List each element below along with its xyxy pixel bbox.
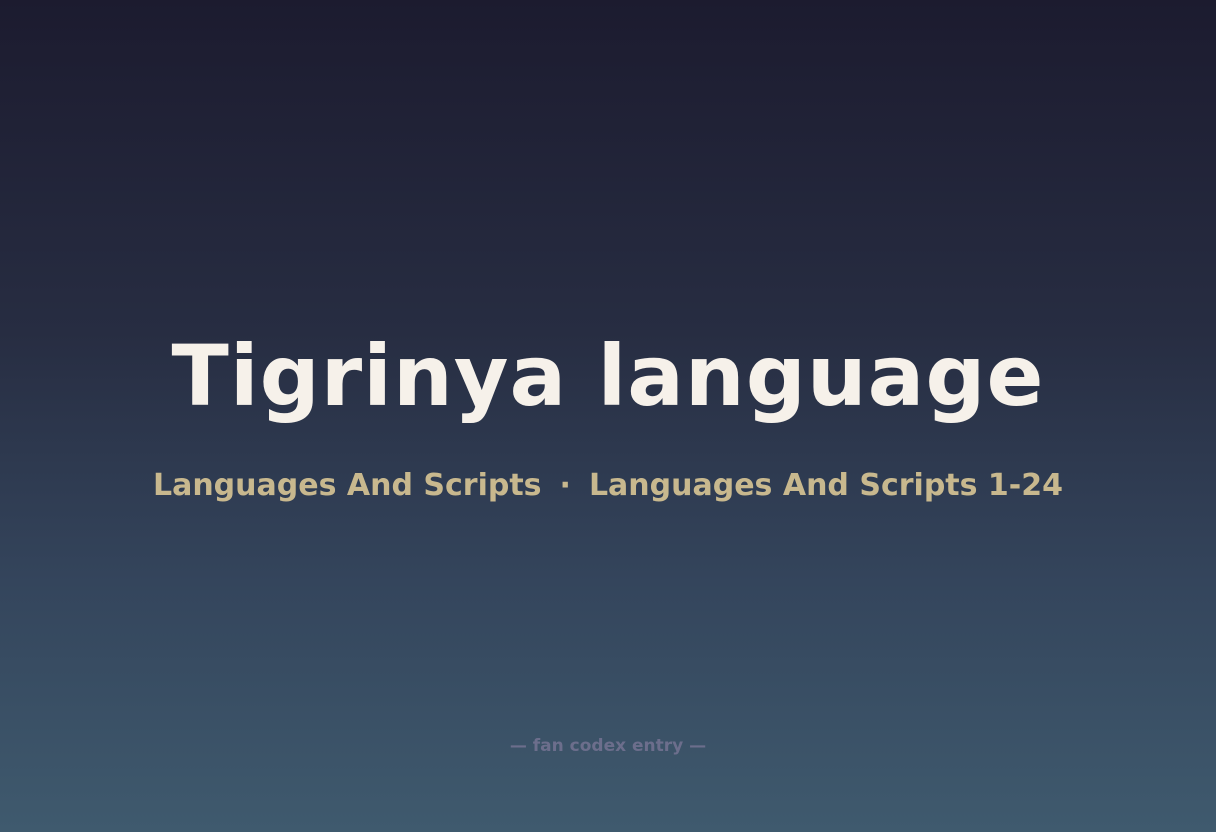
footer-caption: — fan codex entry — bbox=[509, 736, 707, 756]
collection-label: Languages And Scripts 1-24 bbox=[588, 468, 1064, 503]
subtitle-line: Languages And Scripts · Languages And Scri… bbox=[0, 466, 1216, 506]
separator-dot: · bbox=[559, 468, 571, 503]
page-title: Tigrinya language bbox=[171, 327, 1045, 425]
category-label: Languages And Scripts bbox=[152, 468, 542, 503]
